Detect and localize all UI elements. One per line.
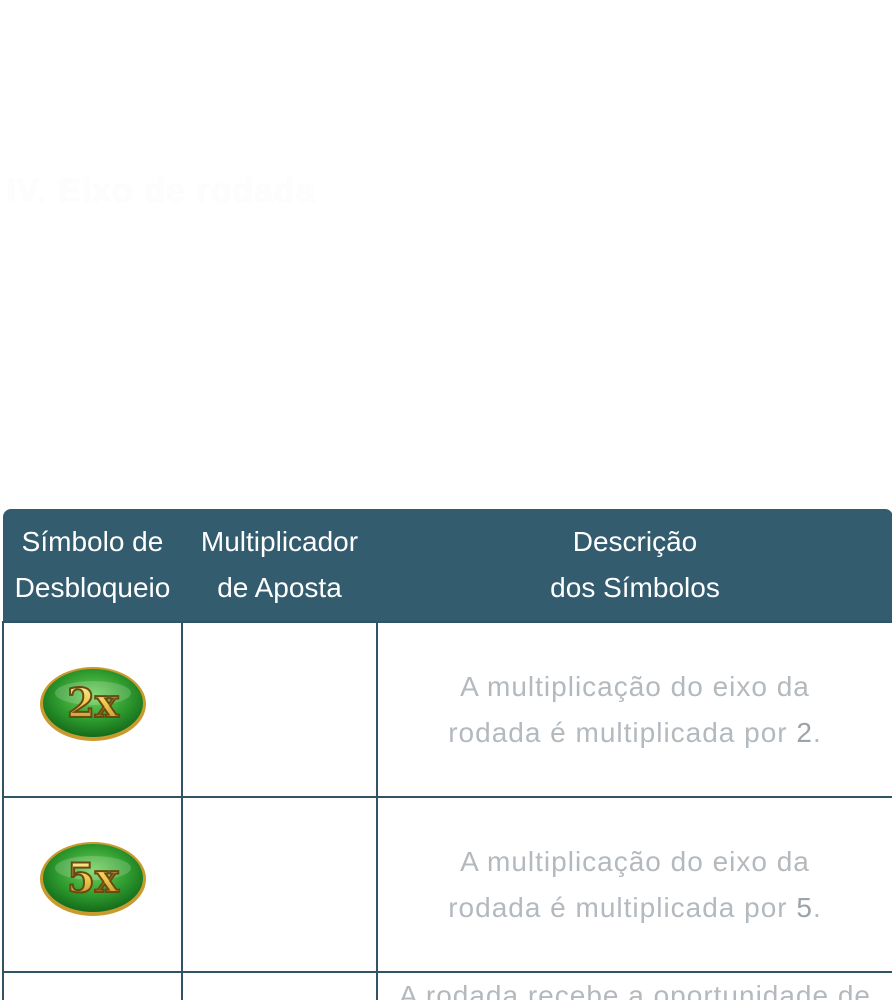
header-symbol-description: Descrição dos Símbolos bbox=[377, 509, 892, 622]
description-suffix: . bbox=[813, 716, 822, 748]
badge-label: 2x bbox=[67, 680, 120, 727]
table-row: A rodada recebe a oportunidade de bbox=[2, 971, 892, 1000]
paytable-container: Símbolo de Desbloqueio Multiplicador de … bbox=[2, 509, 892, 1000]
description-text: A multiplicação do eixo da rodada é mult… bbox=[425, 664, 845, 756]
paytable-page: IV. Eixo de rodada Símbolo de Desbloquei… bbox=[0, 0, 892, 1000]
description-prefix: A rodada recebe a oportunidade de bbox=[398, 980, 872, 1000]
description-text: A multiplicação do eixo da rodada é mult… bbox=[425, 839, 845, 931]
description-text: A rodada recebe a oportunidade de bbox=[385, 973, 885, 1000]
description-prefix: A multiplicação do eixo da rodada é mult… bbox=[448, 670, 810, 748]
description-value: 5 bbox=[796, 891, 813, 923]
table-row: 2x A multiplicação do eixo da rodada é m… bbox=[2, 621, 892, 798]
multiplier-2x-badge-icon: 2x bbox=[39, 666, 146, 741]
description-cell: A rodada recebe a oportunidade de bbox=[376, 971, 892, 1000]
bet-multiplier-cell bbox=[181, 796, 378, 973]
description-cell: A multiplicação do eixo da rodada é mult… bbox=[376, 796, 892, 973]
description-suffix: . bbox=[813, 891, 822, 923]
header-unlock-symbol: Símbolo de Desbloqueio bbox=[3, 509, 182, 622]
multiplier-5x-badge-icon: 5x bbox=[39, 841, 146, 916]
description-cell: A multiplicação do eixo da rodada é mult… bbox=[376, 621, 892, 798]
symbol-cell bbox=[2, 971, 183, 1000]
bet-multiplier-cell bbox=[181, 621, 378, 798]
table-header-row: Símbolo de Desbloqueio Multiplicador de … bbox=[3, 509, 892, 622]
symbol-cell: 5x bbox=[2, 796, 183, 973]
unlock-symbols-table: Símbolo de Desbloqueio Multiplicador de … bbox=[2, 509, 892, 1000]
table-row: 5x A multiplicação do eixo da rodada é m… bbox=[2, 796, 892, 973]
bet-multiplier-cell bbox=[181, 971, 378, 1000]
symbol-cell: 2x bbox=[2, 621, 183, 798]
header-bet-multiplier: Multiplicador de Aposta bbox=[182, 509, 377, 622]
section-heading-faint: IV. Eixo de rodada bbox=[6, 172, 316, 210]
badge-label: 5x bbox=[67, 855, 120, 902]
description-prefix: A multiplicação do eixo da rodada é mult… bbox=[448, 845, 810, 923]
description-value: 2 bbox=[796, 716, 813, 748]
